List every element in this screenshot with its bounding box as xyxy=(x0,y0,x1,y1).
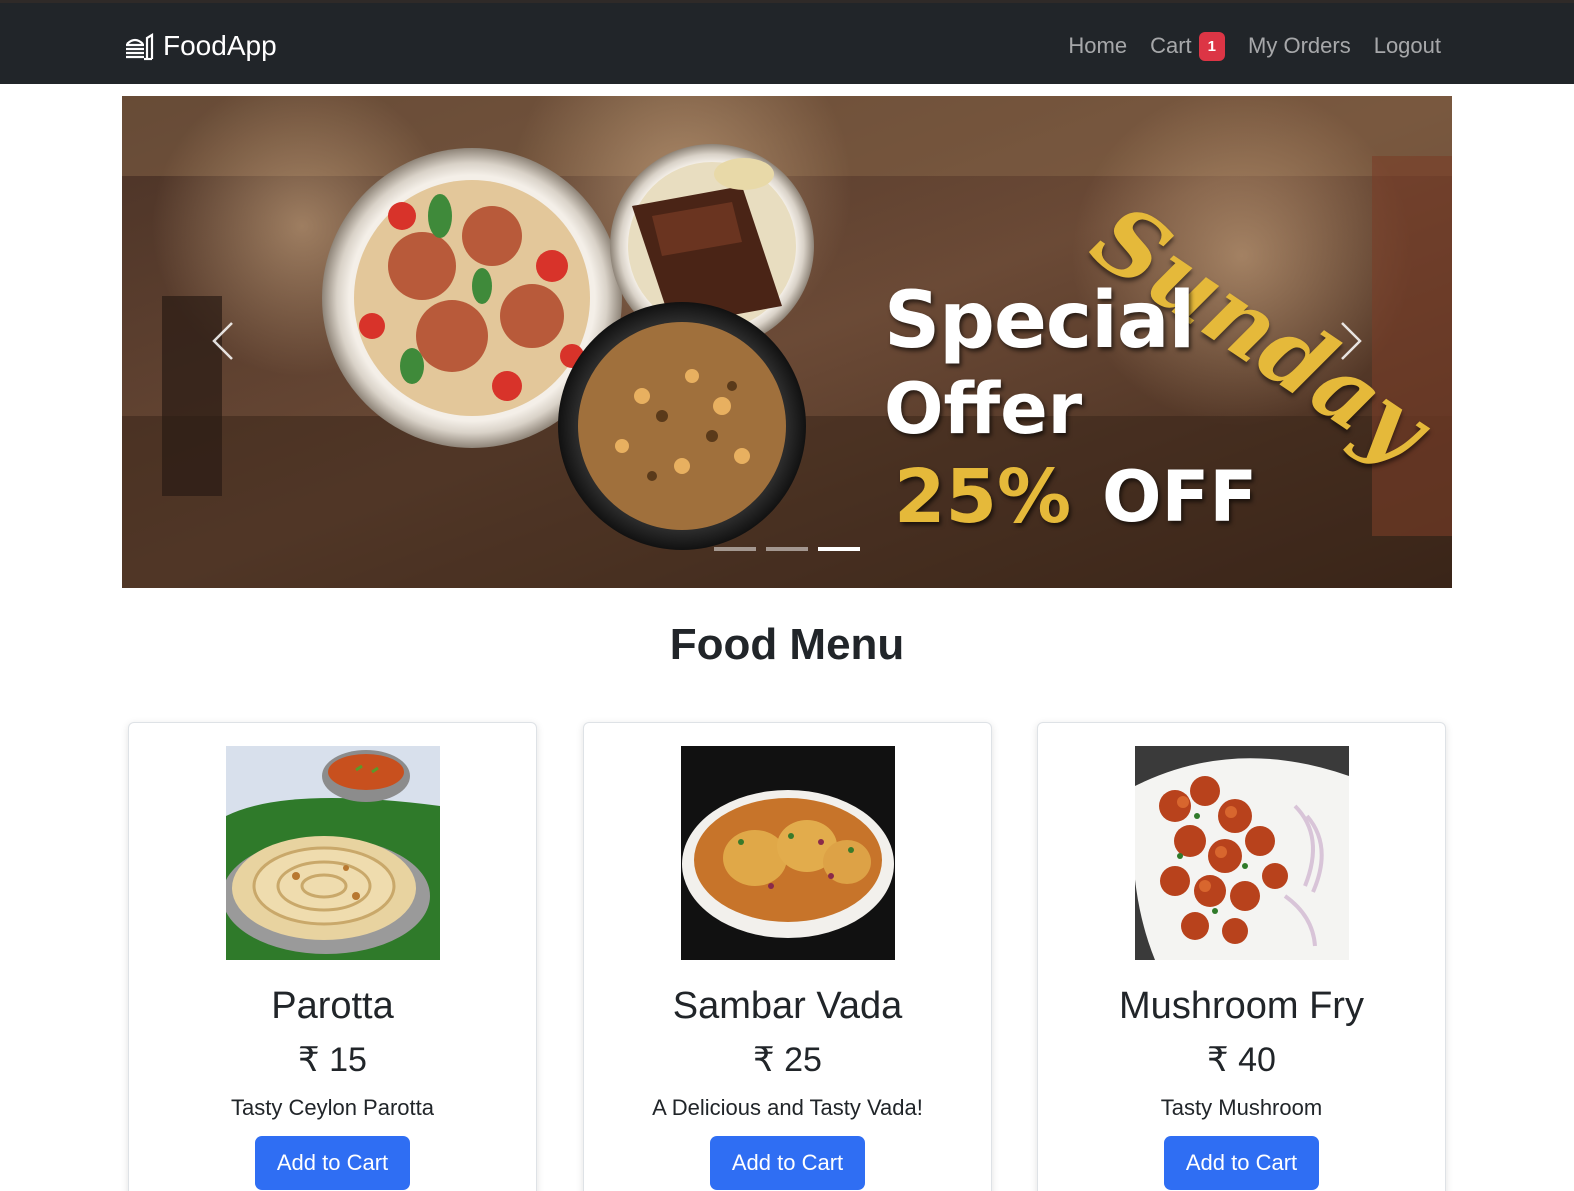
add-to-cart-button[interactable]: Add to Cart xyxy=(255,1136,410,1190)
chevron-left-icon xyxy=(212,322,233,360)
brand-name: FoodApp xyxy=(163,30,277,61)
nav-my-orders-link[interactable]: My Orders xyxy=(1248,31,1351,61)
nav-home-link[interactable]: Home xyxy=(1068,31,1127,61)
nav-logout-label: Logout xyxy=(1373,33,1441,58)
hamburger-food-icon xyxy=(126,33,154,61)
nav-cart-link[interactable]: Cart 1 xyxy=(1150,31,1226,61)
add-to-cart-button[interactable]: Add to Cart xyxy=(1164,1136,1319,1190)
food-name: Mushroom Fry xyxy=(1119,985,1364,1027)
add-to-cart-button[interactable]: Add to Cart xyxy=(710,1136,865,1190)
promo-special-text: Special xyxy=(884,276,1195,366)
carousel-next-button[interactable] xyxy=(1317,306,1387,376)
food-price: ₹ 15 xyxy=(298,1041,367,1079)
promo-discount-off: OFF xyxy=(1102,456,1258,538)
chevron-right-icon xyxy=(1341,322,1362,360)
cart-count-badge: 1 xyxy=(1198,31,1226,61)
food-description: Tasty Mushroom xyxy=(1160,1095,1323,1120)
nav-my-orders-label: My Orders xyxy=(1248,33,1351,58)
food-menu-title: Food Menu xyxy=(669,620,905,669)
nav-home-label: Home xyxy=(1068,33,1128,58)
carousel-indicator-3[interactable] xyxy=(818,547,860,551)
nav-cart-label: Cart xyxy=(1150,33,1192,58)
brand-link[interactable]: FoodApp xyxy=(123,30,277,62)
promo-carousel: Sunday Special Offer 25% OFF xyxy=(122,96,1452,588)
food-description: A Delicious and Tasty Vada! xyxy=(652,1095,923,1120)
top-navbar: FoodApp Home Cart 1 My Orders Logout xyxy=(0,0,1574,84)
food-image-mushroom-fry xyxy=(1135,746,1349,960)
food-image-parotta xyxy=(226,746,440,960)
carousel-prev-button[interactable] xyxy=(187,306,257,376)
carousel-indicators xyxy=(714,547,870,551)
food-name: Sambar Vada xyxy=(672,985,903,1027)
carousel-indicator-2[interactable] xyxy=(766,547,808,551)
food-description: Tasty Ceylon Parotta xyxy=(231,1095,434,1120)
food-price: ₹ 25 xyxy=(753,1041,822,1079)
food-name: Parotta xyxy=(271,985,394,1027)
food-card: Mushroom Fry ₹ 40 Tasty Mushroom Add to … xyxy=(1037,722,1446,1191)
food-card: Parotta ₹ 15 Tasty Ceylon Parotta Add to… xyxy=(128,722,537,1191)
promo-offer-text: Offer xyxy=(884,368,1083,450)
nav-logout-link[interactable]: Logout xyxy=(1374,31,1441,61)
nav-links: Home Cart 1 My Orders Logout xyxy=(1068,31,1441,61)
food-price: ₹ 40 xyxy=(1207,1041,1276,1079)
food-image-sambar-vada xyxy=(681,746,895,960)
carousel-indicator-1[interactable] xyxy=(714,547,756,551)
food-card: Sambar Vada ₹ 25 A Delicious and Tasty V… xyxy=(583,722,992,1191)
promo-discount-percent: 25% xyxy=(894,454,1072,540)
